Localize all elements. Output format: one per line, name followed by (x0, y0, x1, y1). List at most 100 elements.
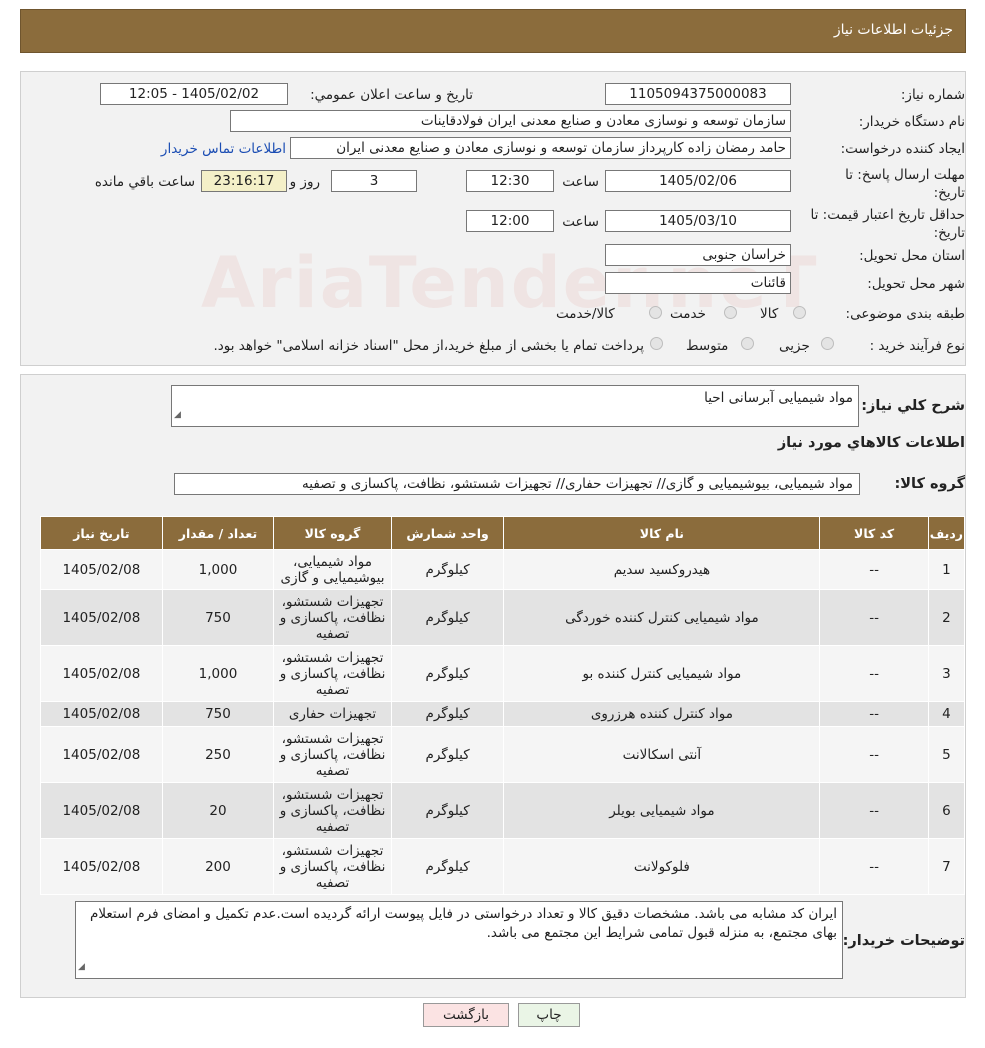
cell-qty: 750 (161, 589, 275, 646)
cell-group: مواد شیمیایی، بیوشیمیایی و گازی (273, 549, 392, 590)
category-goods-service-label: کالا/خدمت (556, 306, 615, 322)
cell-unit: کیلوگرم (390, 645, 505, 702)
cell-qty: 250 (161, 726, 275, 783)
cell-date: 1405/02/08 (40, 782, 163, 839)
category-goods-label: کالا (760, 306, 779, 322)
notes-textarea[interactable]: ایران کد مشابه می باشد. مشخصات دقیق کالا… (75, 901, 843, 979)
purchase-medium-label: متوسط (686, 338, 729, 354)
col-header-name: نام کالا (503, 516, 821, 550)
cell-row-num: 3 (927, 645, 966, 702)
summary-text: مواد شیمیایی آبرسانی احیا (704, 390, 853, 406)
table-row: 2 -- مواد شیمیایی کنترل کننده خوردگی کیل… (40, 589, 966, 646)
category-service-label: خدمت (670, 306, 706, 322)
cell-unit: کیلوگرم (390, 701, 505, 727)
purchase-radio-minor[interactable] (821, 337, 834, 350)
cell-date: 1405/02/08 (40, 589, 163, 646)
cell-code: -- (819, 782, 929, 839)
contact-buyer-link[interactable]: اطلاعات تماس خريدار (161, 141, 286, 157)
cell-row-num: 6 (927, 782, 966, 839)
province-label: استان محل تحويل: (859, 248, 965, 264)
city-field: قائنات (605, 272, 791, 294)
category-radio-goods-service[interactable] (649, 306, 662, 319)
buyer-org-label: نام دستگاه خريدار: (858, 114, 965, 130)
back-button[interactable]: بازگشت (423, 1003, 509, 1027)
table-row: 6 -- مواد شیمیایی بویلر کیلوگرم تجهیزات … (40, 782, 966, 839)
cell-group: تجهیزات شستشو، نظافت، پاکسازی و تصفیه (273, 726, 392, 783)
cell-date: 1405/02/08 (40, 645, 163, 702)
col-header-code: کد کالا (819, 516, 929, 550)
table-row: 5 -- آنتی اسکالانت کیلوگرم تجهیزات شستشو… (40, 726, 966, 783)
purchase-note: پرداخت تمام یا بخشی از مبلغ خرید،از محل … (213, 338, 644, 354)
summary-label: شرح کلي نياز: (861, 398, 965, 414)
category-radio-service[interactable] (724, 306, 737, 319)
notes-text: ایران کد مشابه می باشد. مشخصات دقیق کالا… (89, 906, 837, 941)
col-header-qty: تعداد / مقدار (161, 516, 275, 550)
col-header-group: گروه کالا (273, 516, 392, 550)
category-radio-goods[interactable] (793, 306, 806, 319)
need-number-label: شماره نیاز: (900, 87, 965, 103)
creator-field: حامد رمضان زاده کارپرداز سازمان توسعه و … (290, 137, 791, 159)
cell-group: تجهیزات شستشو، نظافت، پاکسازی و تصفیه (273, 589, 392, 646)
cell-qty: 20 (161, 782, 275, 839)
cell-date: 1405/02/08 (40, 701, 163, 727)
price-valid-time-field: 12:00 (466, 210, 554, 232)
announce-label: تاریخ و ساعت اعلان عمومي: (310, 87, 473, 103)
cell-date: 1405/02/08 (40, 838, 163, 895)
reply-date-field: 1405/02/06 (605, 170, 791, 192)
purchase-radio-treasury[interactable] (650, 337, 663, 350)
cell-name: آنتی اسکالانت (503, 726, 821, 783)
cell-name: مواد کنترل کننده هرزروی (503, 701, 821, 727)
cell-group: تجهیزات شستشو، نظافت، پاکسازی و تصفیه (273, 645, 392, 702)
notes-label: توضيحات خريدار: (842, 933, 965, 949)
cell-group: تجهیزات شستشو، نظافت، پاکسازی و تصفیه (273, 838, 392, 895)
remaining-label: ساعت باقي مانده (94, 174, 195, 190)
table-row: 1 -- هیدروکسید سدیم کیلوگرم مواد شیمیایی… (40, 549, 966, 590)
cell-row-num: 7 (927, 838, 966, 895)
purchase-minor-label: جزیی (779, 338, 810, 354)
col-header-unit: واحد شمارش (390, 516, 505, 550)
cell-code: -- (819, 838, 929, 895)
cell-name: مواد شیمیایی کنترل کننده بو (503, 645, 821, 702)
summary-textarea[interactable]: مواد شیمیایی آبرسانی احیا ◢ (171, 385, 859, 427)
resize-grip-icon[interactable]: ◢ (174, 406, 181, 425)
cell-group: تجهیزات حفاری (273, 701, 392, 727)
table-row: 4 -- مواد کنترل کننده هرزروی کیلوگرم تجه… (40, 701, 966, 727)
cell-row-num: 1 (927, 549, 966, 590)
reply-time-label: ساعت (562, 174, 599, 190)
cell-unit: کیلوگرم (390, 838, 505, 895)
cell-code: -- (819, 701, 929, 727)
reply-time-field: 12:30 (466, 170, 554, 192)
cell-date: 1405/02/08 (40, 549, 163, 590)
cell-code: -- (819, 645, 929, 702)
purchase-radio-medium[interactable] (741, 337, 754, 350)
col-header-date: تاريخ نياز (40, 516, 163, 550)
cell-unit: کیلوگرم (390, 782, 505, 839)
cell-row-num: 2 (927, 589, 966, 646)
cell-qty: 1,000 (161, 549, 275, 590)
price-valid-date-field: 1405/03/10 (605, 210, 791, 232)
page-title: جزئیات اطلاعات نیاز (833, 22, 953, 38)
resize-grip-icon[interactable]: ◢ (78, 958, 85, 977)
cell-row-num: 5 (927, 726, 966, 783)
col-header-row-num: رديف (927, 516, 966, 550)
print-button[interactable]: چاپ (518, 1003, 580, 1027)
cell-qty: 1,000 (161, 645, 275, 702)
city-label: شهر محل تحويل: (867, 276, 965, 292)
group-label: گروه کالا: (894, 476, 965, 492)
cell-name: مواد شیمیایی کنترل کننده خوردگی (503, 589, 821, 646)
items-section-title: اطلاعات کالاهاي مورد نياز (777, 435, 965, 451)
cell-qty: 200 (161, 838, 275, 895)
table-header-row: رديف کد کالا نام کالا واحد شمارش گروه کا… (40, 516, 966, 550)
cell-group: تجهیزات شستشو، نظافت، پاکسازی و تصفیه (273, 782, 392, 839)
items-table: رديف کد کالا نام کالا واحد شمارش گروه کا… (40, 516, 966, 895)
province-field: خراسان جنوبی (605, 244, 791, 266)
days-label: روز و (289, 174, 320, 190)
cell-row-num: 4 (927, 701, 966, 727)
cell-qty: 750 (161, 701, 275, 727)
cell-code: -- (819, 549, 929, 590)
reply-deadline-label: مهلت ارسال پاسخ: تا تاریخ: (845, 167, 965, 201)
cell-name: هیدروکسید سدیم (503, 549, 821, 590)
cell-code: -- (819, 589, 929, 646)
price-valid-time-label: ساعت (562, 214, 599, 230)
cell-date: 1405/02/08 (40, 726, 163, 783)
